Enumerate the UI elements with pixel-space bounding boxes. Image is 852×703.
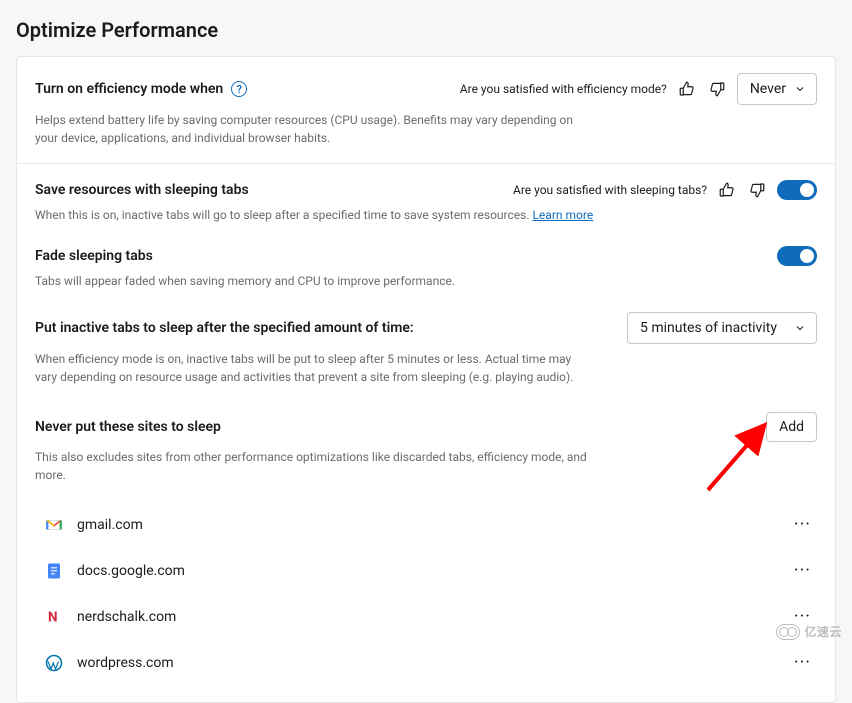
sleeping-toggle[interactable] [777,180,817,200]
list-item: Nnerdschalk.com··· [35,594,817,640]
gdocs-icon [45,562,63,580]
watermark-icon [776,624,800,640]
site-list: gmail.com ··· docs.google.com ··· Nnerdschal… [35,502,817,686]
list-item: docs.google.com ··· [35,548,817,594]
never-sleep-description: This also excludes sites from other perf… [35,448,595,484]
wordpress-icon [45,654,63,672]
help-icon[interactable]: ? [231,81,247,97]
more-icon[interactable]: ··· [790,512,815,538]
site-domain: docs.google.com [77,563,185,579]
more-icon[interactable]: ··· [790,558,815,584]
sleeping-heading: Save resources with sleeping tabs [35,182,249,198]
nerds-icon: N [45,608,63,626]
never-sleep-heading: Never put these sites to sleep [35,419,221,435]
gmail-icon [45,516,63,534]
chevron-down-icon [794,322,806,334]
efficiency-feedback: Are you satisfied with efficiency mode? … [460,73,817,105]
page-title: Optimize Performance [16,18,836,42]
site-domain: wordpress.com [77,655,174,671]
list-item: wordpress.com ··· [35,640,817,686]
inactive-heading: Put inactive tabs to sleep after the spe… [35,320,414,336]
sleeping-feedback: Are you satisfied with sleeping tabs? [513,180,817,200]
efficiency-feedback-text: Are you satisfied with efficiency mode? [460,82,667,96]
inactive-description: When efficiency mode is on, inactive tab… [35,350,595,386]
list-item: gmail.com ··· [35,502,817,548]
sleeping-feedback-text: Are you satisfied with sleeping tabs? [513,183,707,197]
sleeping-description: When this is on, inactive tabs will go t… [35,206,595,224]
efficiency-description: Helps extend battery life by saving comp… [35,111,595,147]
inactive-select[interactable]: 5 minutes of inactivity [627,312,817,344]
site-domain: gmail.com [77,517,143,533]
thumbs-down-icon[interactable] [707,79,727,99]
thumbs-up-icon[interactable] [677,79,697,99]
efficiency-section: Turn on efficiency mode when ? Are you s… [17,57,835,164]
chevron-down-icon [794,83,806,95]
watermark: 亿速云 [776,623,842,640]
settings-card: Turn on efficiency mode when ? Are you s… [16,56,836,703]
fade-toggle[interactable] [777,246,817,266]
fade-heading: Fade sleeping tabs [35,248,153,264]
add-button[interactable]: Add [766,412,817,442]
inactive-select-value: 5 minutes of inactivity [640,320,777,336]
learn-more-link[interactable]: Learn more [532,208,593,222]
sleeping-section: Save resources with sleeping tabs Are yo… [17,164,835,702]
efficiency-select-value: Never [750,81,786,97]
site-domain: nerdschalk.com [77,609,176,625]
efficiency-heading: Turn on efficiency mode when [35,81,223,97]
thumbs-down-icon[interactable] [747,180,767,200]
more-icon[interactable]: ··· [790,650,815,676]
fade-description: Tabs will appear faded when saving memor… [35,272,595,290]
svg-text:N: N [48,610,58,626]
efficiency-select[interactable]: Never [737,73,817,105]
thumbs-up-icon[interactable] [717,180,737,200]
